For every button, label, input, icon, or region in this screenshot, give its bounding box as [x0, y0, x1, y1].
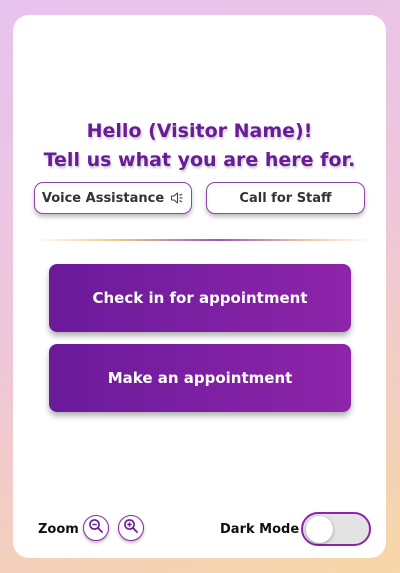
call-for-staff-label: Call for Staff — [239, 190, 332, 206]
voice-assistance-label: Voice Assistance — [41, 190, 165, 206]
dark-mode-label: Dark Mode — [220, 522, 300, 537]
check-in-label: Check in for appointment — [92, 289, 308, 307]
make-appointment-button[interactable]: Make an appointment — [49, 344, 351, 412]
kiosk-card: Hello (Visitor Name)! Tell us what you a… — [13, 15, 386, 558]
zoom-in-button[interactable] — [118, 515, 144, 541]
greeting-text: Hello (Visitor Name)! — [86, 120, 313, 142]
page-title: Hello (Visitor Name)! Tell us what you a… — [13, 117, 386, 175]
zoom-in-icon — [123, 518, 139, 538]
zoom-out-button[interactable] — [83, 515, 109, 541]
voice-assistance-button[interactable]: Voice Assistance — [34, 182, 192, 214]
zoom-label: Zoom — [38, 522, 79, 537]
call-for-staff-button[interactable]: Call for Staff — [206, 182, 365, 214]
zoom-out-icon — [88, 518, 104, 538]
check-in-button[interactable]: Check in for appointment — [49, 264, 351, 332]
speaker-icon — [170, 191, 184, 205]
dark-mode-toggle[interactable] — [301, 512, 371, 546]
prompt-text: Tell us what you are here for. — [43, 149, 356, 171]
toggle-knob — [306, 516, 333, 543]
section-divider — [31, 239, 372, 241]
make-appointment-label: Make an appointment — [107, 369, 293, 387]
